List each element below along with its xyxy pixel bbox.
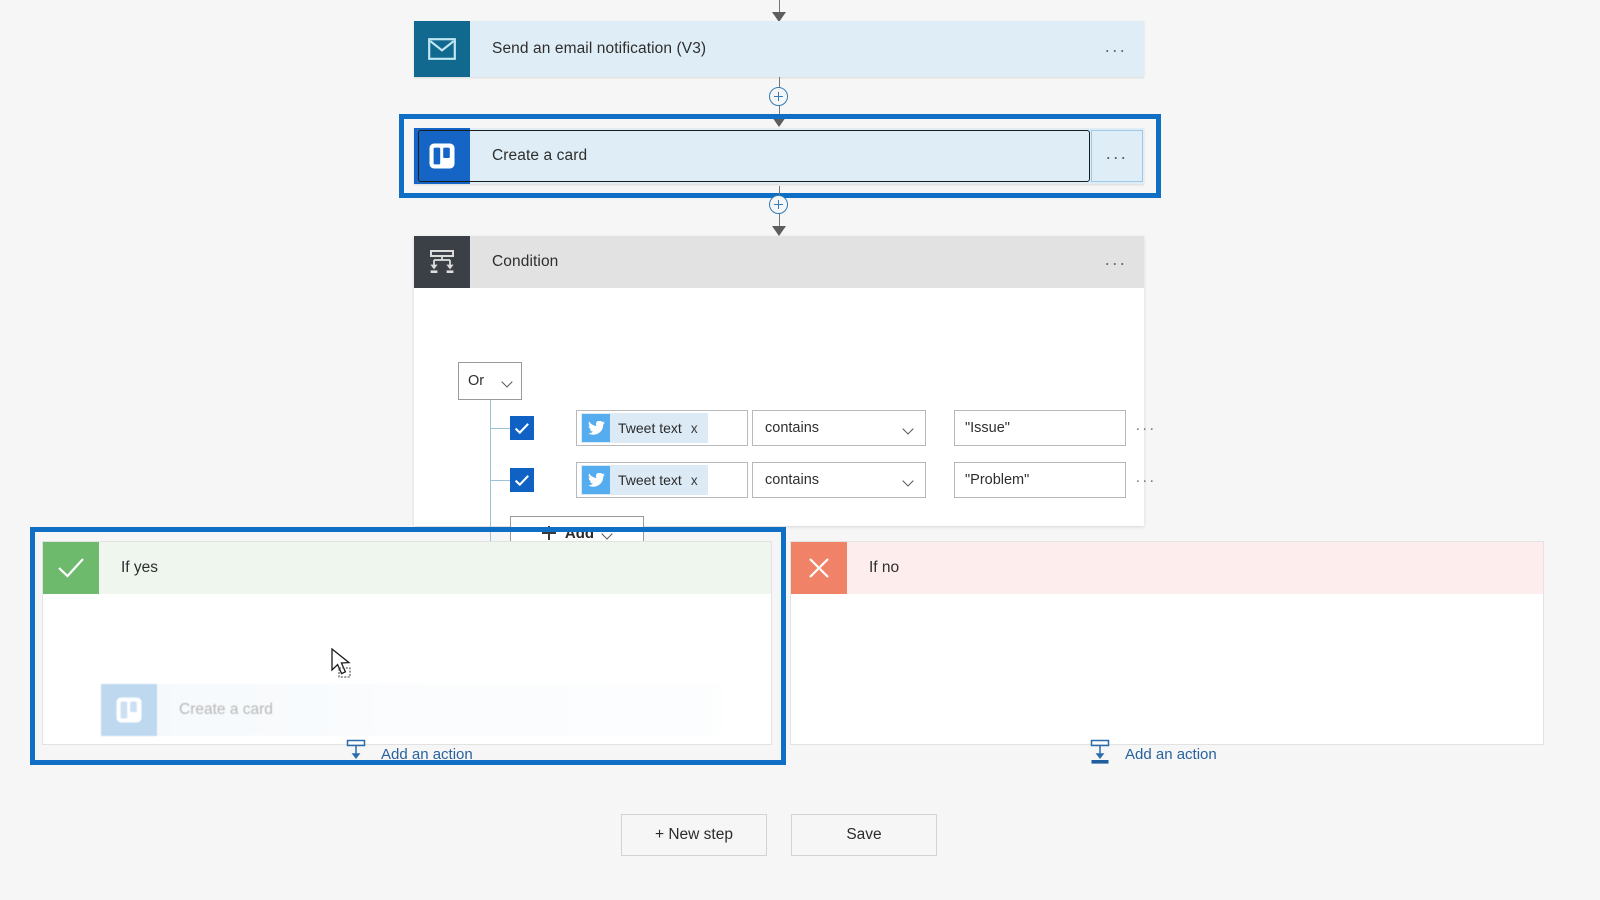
- condition-icon: [414, 236, 470, 288]
- condition-value-input[interactable]: "Issue": [954, 410, 1126, 446]
- condition-row: Tweet text x contains "Issue" ...: [510, 410, 1166, 446]
- condition-row-checkbox[interactable]: [510, 468, 534, 492]
- plus-icon: [541, 526, 556, 540]
- condition-left-operand[interactable]: Tweet text x: [576, 410, 748, 446]
- condition-row-checkbox[interactable]: [510, 416, 534, 440]
- branch-if-yes-header: If yes: [43, 542, 771, 594]
- connector-arrow-top: [759, 0, 799, 22]
- token-label: Tweet text: [618, 420, 682, 436]
- branch-if-yes-label: If yes: [121, 559, 159, 576]
- flow-designer-canvas: Send an email notification (V3) ... Crea…: [0, 0, 1600, 900]
- condition-operator-value: contains: [765, 472, 820, 488]
- add-action-label: Add an action: [381, 745, 473, 763]
- insert-step-plus-1[interactable]: [769, 87, 788, 106]
- twitter-icon: [582, 414, 610, 442]
- condition-menu-button[interactable]: ...: [1088, 236, 1144, 288]
- condition-row: Tweet text x contains "Problem" ...: [510, 462, 1166, 498]
- branch-if-yes-body: Create a card Add an action: [43, 594, 771, 764]
- condition-operator-select[interactable]: contains: [752, 462, 926, 498]
- dynamic-content-token[interactable]: Tweet text x: [581, 413, 708, 443]
- step-condition: Condition ... Or Tweet text x contains "…: [414, 236, 1154, 566]
- twitter-icon: [582, 466, 610, 494]
- condition-tree-branch: [490, 480, 512, 482]
- create-card-menu-button[interactable]: ...: [1091, 130, 1143, 182]
- chevron-down-icon: [603, 529, 612, 538]
- add-action-icon: [1087, 739, 1113, 769]
- drag-cursor-icon: [330, 647, 360, 682]
- logic-operator-value: Or: [468, 373, 485, 389]
- token-label: Tweet text: [618, 472, 682, 488]
- branch-if-no-header: If no: [791, 542, 1543, 594]
- add-condition-label: Add: [564, 524, 595, 542]
- branch-if-no-body: Add an action: [791, 594, 1543, 764]
- new-step-button[interactable]: + New step: [621, 814, 767, 856]
- step-title: Send an email notification (V3): [492, 40, 707, 57]
- insert-step-plus-2[interactable]: [769, 195, 788, 214]
- dragged-card-title: Create a card: [179, 701, 273, 718]
- condition-body: Or Tweet text x contains "Issue" ... Twe…: [414, 288, 1154, 566]
- add-an-action-button-no[interactable]: Add an action: [1087, 739, 1217, 769]
- token-remove-icon[interactable]: x: [691, 473, 698, 488]
- branch-if-yes: If yes Create a card Add an action: [42, 541, 772, 764]
- step-menu-button[interactable]: ...: [1088, 21, 1144, 77]
- add-action-icon: [343, 739, 369, 769]
- condition-left-operand[interactable]: Tweet text x: [576, 462, 748, 498]
- condition-tree-trunk: [490, 400, 492, 564]
- checkmark-icon: [43, 542, 99, 594]
- chevron-down-icon: [904, 476, 913, 485]
- branch-if-no-label: If no: [869, 559, 900, 576]
- cross-icon: [791, 542, 847, 594]
- condition-value-input[interactable]: "Problem": [954, 462, 1126, 498]
- branch-if-no: If no Add an action: [790, 541, 1544, 764]
- chevron-down-icon: [904, 424, 913, 433]
- token-remove-icon[interactable]: x: [691, 421, 698, 436]
- condition-row-menu-button[interactable]: ...: [1126, 469, 1166, 492]
- dynamic-content-token[interactable]: Tweet text x: [581, 465, 708, 495]
- trello-icon: [101, 684, 157, 736]
- trello-icon: [414, 128, 470, 184]
- step-title: Create a card: [492, 147, 588, 164]
- save-button[interactable]: Save: [791, 814, 937, 856]
- chevron-down-icon: [503, 377, 512, 386]
- condition-header[interactable]: Condition ...: [414, 236, 1144, 288]
- condition-tree-branch: [490, 428, 512, 430]
- step-create-a-card[interactable]: Create a card: [414, 128, 1144, 184]
- envelope-icon: [414, 21, 470, 77]
- logic-operator-select[interactable]: Or: [458, 362, 522, 400]
- condition-operator-select[interactable]: contains: [752, 410, 926, 446]
- dragged-card-ghost-create-a-card: Create a card: [101, 684, 721, 736]
- add-an-action-button-yes[interactable]: Add an action: [343, 739, 473, 769]
- condition-operator-value: contains: [765, 420, 820, 436]
- condition-title: Condition: [492, 253, 559, 270]
- step-send-an-email-notification[interactable]: Send an email notification (V3) ...: [414, 21, 1144, 77]
- condition-row-menu-button[interactable]: ...: [1126, 417, 1166, 440]
- add-action-label: Add an action: [1125, 745, 1217, 763]
